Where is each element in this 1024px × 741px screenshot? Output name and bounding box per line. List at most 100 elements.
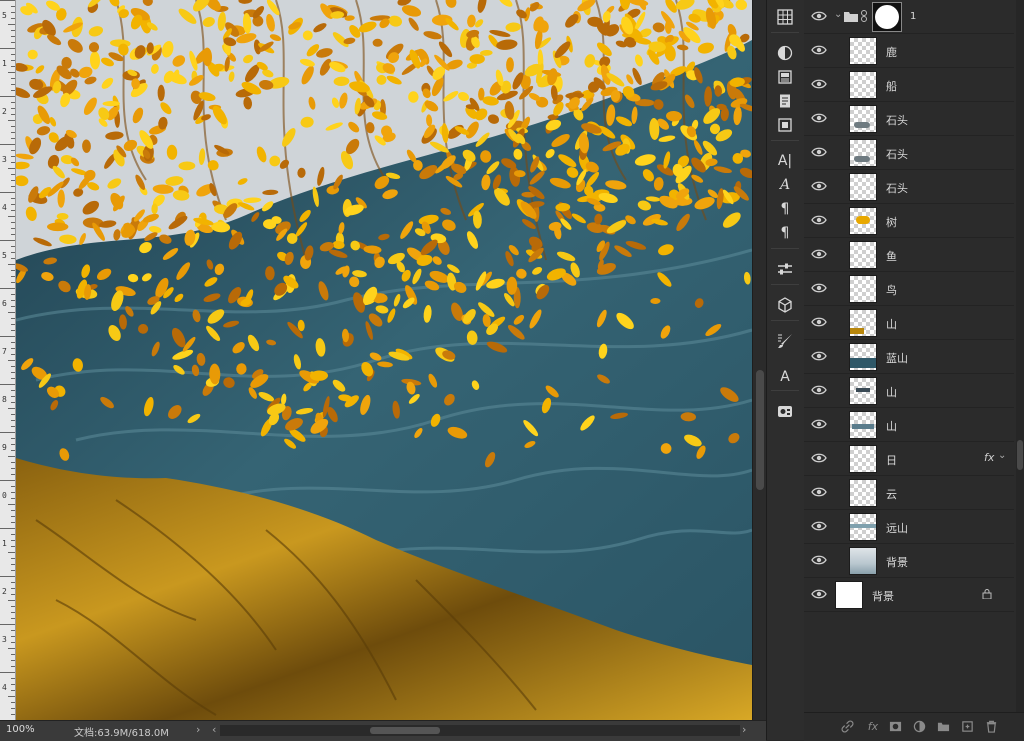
add-mask-icon[interactable] bbox=[888, 719, 902, 733]
adjustments-icon[interactable] bbox=[774, 42, 796, 64]
background-layer-row[interactable]: 背景 bbox=[804, 578, 1014, 612]
layer-row[interactable]: 石头 bbox=[804, 136, 1014, 170]
ruler-tick bbox=[11, 630, 15, 631]
paragraph-icon[interactable]: ¶ bbox=[774, 222, 796, 244]
ruler-tick bbox=[11, 108, 15, 109]
character-icon[interactable]: A| bbox=[774, 150, 796, 172]
grid-icon[interactable] bbox=[774, 6, 796, 28]
layer-row[interactable]: 远山 bbox=[804, 510, 1014, 544]
layer-group-row[interactable]: ⌄ 1 bbox=[804, 0, 1014, 34]
layer-name: 背景 bbox=[872, 590, 894, 603]
eye-icon[interactable] bbox=[811, 519, 827, 533]
properties-icon[interactable] bbox=[774, 258, 796, 280]
eye-icon[interactable] bbox=[811, 553, 827, 567]
layer-row[interactable]: 山 bbox=[804, 306, 1014, 340]
group-mask-thumbnail[interactable] bbox=[872, 2, 902, 32]
layers-scroll-thumb[interactable] bbox=[1017, 440, 1023, 470]
ruler-tick bbox=[11, 150, 15, 151]
ruler-tick bbox=[11, 180, 15, 181]
paragraph-styles-icon[interactable]: ¶ bbox=[774, 198, 796, 220]
type-transform-icon[interactable]: A bbox=[774, 366, 796, 388]
eye-icon[interactable] bbox=[811, 179, 827, 193]
libraries-icon[interactable] bbox=[774, 400, 796, 422]
eye-icon[interactable] bbox=[811, 43, 827, 57]
ruler-tick bbox=[11, 426, 15, 427]
layer-row[interactable]: 云 bbox=[804, 476, 1014, 510]
vertical-scrollbar[interactable] bbox=[752, 0, 767, 720]
tool-separator bbox=[771, 32, 799, 33]
eye-icon[interactable] bbox=[811, 247, 827, 261]
layer-row[interactable]: 山 bbox=[804, 374, 1014, 408]
3d-icon[interactable] bbox=[774, 294, 796, 316]
scroll-thumb[interactable] bbox=[756, 370, 764, 490]
ruler-tick bbox=[8, 312, 15, 313]
adjustment-layer-icon[interactable] bbox=[912, 719, 926, 733]
link-icon[interactable] bbox=[861, 10, 867, 22]
layer-name: 鱼 bbox=[886, 250, 897, 263]
layer-effects-icon[interactable]: fx bbox=[984, 451, 994, 464]
zoom-level[interactable]: 100% bbox=[6, 724, 35, 735]
eye-icon[interactable] bbox=[811, 417, 827, 431]
layer-row[interactable]: 石头 bbox=[804, 170, 1014, 204]
frame-icon[interactable] bbox=[774, 114, 796, 136]
h-scroll-thumb[interactable] bbox=[370, 727, 440, 734]
layers-scrollbar[interactable] bbox=[1016, 0, 1024, 712]
layer-thumbnail bbox=[849, 207, 877, 235]
layer-row[interactable]: 鱼 bbox=[804, 238, 1014, 272]
background-thumbnail bbox=[835, 581, 863, 609]
eye-icon[interactable] bbox=[811, 145, 827, 159]
ruler-tick bbox=[11, 702, 15, 703]
layer-row[interactable]: 背景 bbox=[804, 544, 1014, 578]
ruler-tick bbox=[11, 612, 15, 613]
link-layers-icon[interactable] bbox=[840, 719, 854, 733]
layer-row[interactable]: 鹿 bbox=[804, 34, 1014, 68]
scroll-right-arrow[interactable]: › bbox=[742, 723, 746, 736]
layer-name: 云 bbox=[886, 488, 897, 501]
eye-icon[interactable] bbox=[811, 451, 827, 465]
ruler-tick bbox=[11, 606, 15, 607]
eye-icon[interactable] bbox=[811, 349, 827, 363]
eye-icon[interactable] bbox=[811, 9, 827, 23]
glyphs-icon[interactable]: A bbox=[774, 174, 796, 196]
eye-icon[interactable] bbox=[811, 383, 827, 397]
layer-thumbnail bbox=[849, 241, 877, 269]
eye-icon[interactable] bbox=[811, 315, 827, 329]
eye-icon[interactable] bbox=[811, 587, 827, 601]
delete-layer-icon[interactable] bbox=[984, 719, 998, 733]
new-group-icon[interactable] bbox=[936, 719, 950, 733]
layer-row[interactable]: 日 fx ⌄ bbox=[804, 442, 1014, 476]
eye-icon[interactable] bbox=[811, 485, 827, 499]
chevron-down-icon[interactable]: ⌄ bbox=[834, 9, 842, 20]
ruler-tick bbox=[0, 624, 15, 625]
layer-name: 山 bbox=[886, 420, 897, 433]
layer-row[interactable]: 鸟 bbox=[804, 272, 1014, 306]
document-icon[interactable] bbox=[774, 90, 796, 112]
ruler-tick bbox=[11, 132, 15, 133]
lock-icon[interactable] bbox=[982, 589, 992, 599]
brush-settings-icon[interactable] bbox=[774, 330, 796, 352]
chevron-down-icon[interactable]: ⌄ bbox=[998, 450, 1006, 461]
layer-name: 石头 bbox=[886, 148, 908, 161]
eye-icon[interactable] bbox=[811, 111, 827, 125]
layer-row[interactable]: 山 bbox=[804, 408, 1014, 442]
layer-row[interactable]: 石头 bbox=[804, 102, 1014, 136]
horizontal-scrollbar[interactable] bbox=[220, 725, 740, 736]
layer-row[interactable]: 船 bbox=[804, 68, 1014, 102]
scroll-left-arrow[interactable]: ‹ bbox=[212, 723, 216, 736]
ruler-label: 1 bbox=[2, 59, 7, 68]
ruler-tick bbox=[11, 252, 15, 253]
eye-icon[interactable] bbox=[811, 281, 827, 295]
layer-name: 鹿 bbox=[886, 46, 897, 59]
eye-icon[interactable] bbox=[811, 77, 827, 91]
ruler-tick bbox=[11, 228, 15, 229]
layer-row[interactable]: 树 bbox=[804, 204, 1014, 238]
layer-thumbnail bbox=[849, 445, 877, 473]
panel-icon[interactable] bbox=[774, 66, 796, 88]
layer-row[interactable]: 蓝山 bbox=[804, 340, 1014, 374]
status-menu-arrow[interactable]: › bbox=[196, 723, 200, 736]
fx-icon[interactable]: fx bbox=[866, 719, 880, 733]
eye-icon[interactable] bbox=[811, 213, 827, 227]
new-layer-icon[interactable] bbox=[960, 719, 974, 733]
ruler-tick bbox=[0, 144, 15, 145]
document-canvas[interactable] bbox=[16, 0, 752, 720]
